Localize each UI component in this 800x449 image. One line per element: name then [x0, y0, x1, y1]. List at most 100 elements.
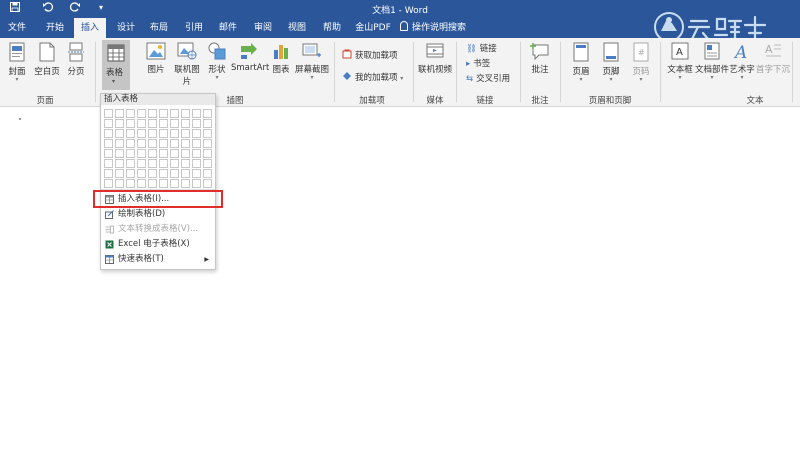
wordart-button[interactable]: A 艺术字 ▾ [729, 42, 755, 92]
menu-text-to-table[interactable]: 文本转换成表格(V)... [101, 222, 215, 237]
table-grid-cell[interactable] [104, 179, 113, 188]
table-grid-cell[interactable] [181, 129, 190, 138]
table-grid-cell[interactable] [148, 119, 157, 128]
table-grid-cell[interactable] [159, 119, 168, 128]
table-grid-cell[interactable] [115, 179, 124, 188]
cover-page-button[interactable]: 封面 ▾ [4, 42, 30, 92]
table-grid-cell[interactable] [126, 139, 135, 148]
tab-layout[interactable]: 布局 [145, 18, 173, 38]
table-grid-cell[interactable] [203, 129, 212, 138]
blank-page-button[interactable]: 空白页 [33, 42, 61, 92]
tell-me-search[interactable]: 操作说明搜索 [400, 18, 466, 38]
quick-parts-button[interactable]: 文档部件 ▾ [695, 42, 729, 92]
table-grid-cell[interactable] [192, 109, 201, 118]
table-grid-cell[interactable] [159, 169, 168, 178]
table-grid-cell[interactable] [137, 149, 146, 158]
screenshot-button[interactable]: 屏幕截图 ▾ [294, 42, 330, 92]
table-grid-cell[interactable] [159, 179, 168, 188]
menu-quick-tables[interactable]: 快速表格(T) ▶ [101, 252, 215, 267]
page-break-button[interactable]: 分页 [64, 42, 88, 92]
table-grid-cell[interactable] [159, 159, 168, 168]
table-grid-cell[interactable] [181, 149, 190, 158]
table-grid-cell[interactable] [104, 129, 113, 138]
table-grid-cell[interactable] [203, 159, 212, 168]
table-grid-cell[interactable] [181, 159, 190, 168]
cross-reference-button[interactable]: ⇆ 交叉引用 [466, 72, 510, 86]
table-grid-cell[interactable] [148, 149, 157, 158]
table-button[interactable]: 表格 ▾ [102, 40, 130, 90]
tab-help[interactable]: 帮助 [318, 18, 346, 38]
menu-excel-spreadsheet[interactable]: Excel 电子表格(X) [101, 237, 215, 252]
table-grid-cell[interactable] [192, 129, 201, 138]
table-grid-cell[interactable] [115, 159, 124, 168]
table-grid-cell[interactable] [104, 109, 113, 118]
tab-mailings[interactable]: 邮件 [214, 18, 242, 38]
table-grid-cell[interactable] [159, 149, 168, 158]
table-grid-cell[interactable] [203, 149, 212, 158]
footer-button[interactable]: 页脚 ▾ [598, 42, 624, 92]
menu-draw-table[interactable]: 绘制表格(D) [101, 207, 215, 222]
table-grid-cell[interactable] [137, 169, 146, 178]
table-grid-cell[interactable] [126, 129, 135, 138]
smartart-button[interactable]: SmartArt [231, 42, 269, 92]
table-grid-cell[interactable] [170, 169, 179, 178]
tab-references[interactable]: 引用 [180, 18, 208, 38]
table-grid-cell[interactable] [104, 169, 113, 178]
table-grid-cell[interactable] [148, 179, 157, 188]
drop-cap-button[interactable]: A 首字下沉 [756, 42, 790, 92]
table-grid-cell[interactable] [137, 139, 146, 148]
table-grid-cell[interactable] [137, 159, 146, 168]
get-addins-button[interactable]: 获取加载项 [342, 49, 398, 63]
tab-kingsoft-pdf[interactable]: 金山PDF [352, 18, 394, 38]
table-grid-cell[interactable] [148, 129, 157, 138]
table-grid-cell[interactable] [181, 179, 190, 188]
pictures-button[interactable]: 图片 [143, 42, 169, 92]
header-button[interactable]: 页眉 ▾ [568, 42, 594, 92]
table-grid-cell[interactable] [170, 139, 179, 148]
table-grid-cell[interactable] [137, 129, 146, 138]
table-grid-cell[interactable] [115, 169, 124, 178]
online-pictures-button[interactable]: 联机图片 [171, 42, 203, 92]
table-grid-cell[interactable] [159, 139, 168, 148]
table-grid-cell[interactable] [192, 179, 201, 188]
tab-review[interactable]: 审阅 [249, 18, 277, 38]
chart-button[interactable]: 图表 [270, 42, 292, 92]
table-grid-cell[interactable] [104, 119, 113, 128]
new-comment-button[interactable]: 批注 [527, 42, 553, 92]
table-grid-cell[interactable] [148, 169, 157, 178]
table-grid-cell[interactable] [137, 179, 146, 188]
table-grid-cell[interactable] [181, 109, 190, 118]
textbox-button[interactable]: A 文本框 ▾ [666, 42, 694, 92]
my-addins-button[interactable]: 我的加载项 ▾ [342, 71, 403, 85]
table-grid-cell[interactable] [192, 169, 201, 178]
table-grid-cell[interactable] [115, 139, 124, 148]
table-grid-cell[interactable] [170, 149, 179, 158]
page-number-button[interactable]: # 页码 ▾ [628, 42, 654, 92]
table-grid-cell[interactable] [148, 139, 157, 148]
table-grid-cell[interactable] [115, 109, 124, 118]
tab-insert[interactable]: 插入 [74, 18, 106, 39]
table-grid-cell[interactable] [192, 139, 201, 148]
table-grid-cell[interactable] [126, 169, 135, 178]
table-grid-cell[interactable] [203, 109, 212, 118]
table-grid-cell[interactable] [181, 169, 190, 178]
tab-home[interactable]: 开始 [40, 18, 70, 38]
table-grid-cell[interactable] [192, 149, 201, 158]
table-grid-cell[interactable] [137, 109, 146, 118]
table-grid-cell[interactable] [181, 139, 190, 148]
tab-design[interactable]: 设计 [112, 18, 140, 38]
table-grid-cell[interactable] [170, 109, 179, 118]
table-grid-cell[interactable] [170, 159, 179, 168]
table-grid-cell[interactable] [192, 119, 201, 128]
table-grid-cell[interactable] [148, 109, 157, 118]
bookmark-button[interactable]: ▸ 书签 [466, 57, 490, 71]
table-grid-cell[interactable] [203, 169, 212, 178]
shapes-button[interactable]: 形状 ▾ [205, 42, 229, 92]
table-grid-cell[interactable] [104, 149, 113, 158]
table-grid-cell[interactable] [104, 139, 113, 148]
table-grid-cell[interactable] [203, 119, 212, 128]
table-grid-cell[interactable] [126, 179, 135, 188]
table-grid-cell[interactable] [148, 159, 157, 168]
tab-view[interactable]: 视图 [283, 18, 311, 38]
table-grid-cell[interactable] [159, 109, 168, 118]
